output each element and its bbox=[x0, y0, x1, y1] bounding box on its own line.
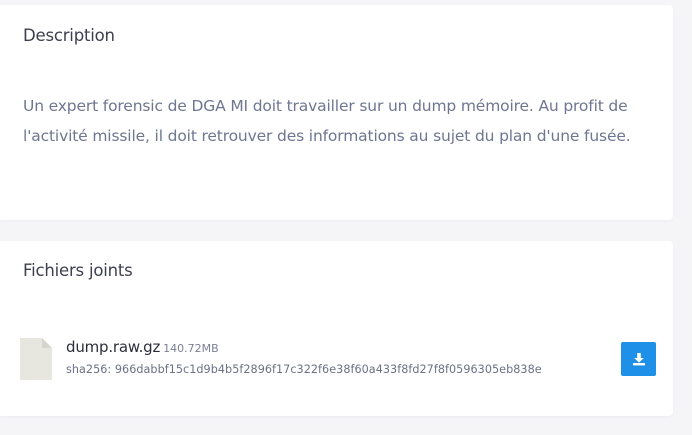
file-name-line: dump.raw.gz 140.72MB bbox=[66, 338, 219, 356]
description-title: Description bbox=[23, 26, 115, 45]
attachments-card: Fichiers joints dump.raw.gz 140.72MB sha2… bbox=[0, 241, 673, 416]
download-button[interactable] bbox=[621, 342, 656, 376]
attachments-title: Fichiers joints bbox=[23, 261, 133, 280]
description-text: Un expert forensic de DGA MI doit travai… bbox=[23, 97, 631, 145]
file-size: 140.72MB bbox=[163, 342, 219, 355]
description-card: Description Un expert forensic de DGA MI… bbox=[0, 5, 673, 220]
file-icon bbox=[20, 338, 52, 380]
attachment-row: dump.raw.gz 140.72MB sha256: 966dabbf15c1… bbox=[20, 336, 656, 380]
file-hash: sha256: 966dabbf15c1d9b4b5f2896f17c322f6… bbox=[66, 363, 542, 376]
download-icon bbox=[632, 352, 646, 366]
file-name[interactable]: dump.raw.gz bbox=[66, 338, 160, 356]
